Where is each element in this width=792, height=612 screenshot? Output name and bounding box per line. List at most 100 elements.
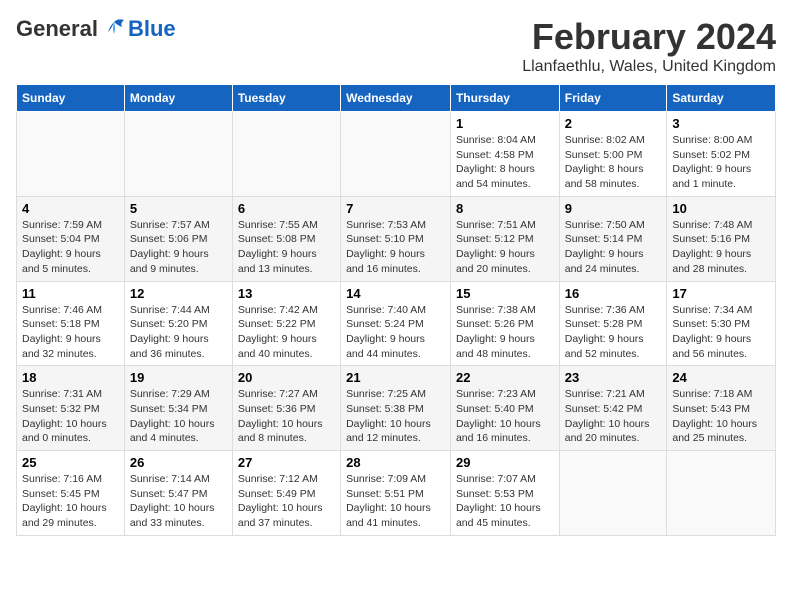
- day-info: Sunrise: 7:09 AM Sunset: 5:51 PM Dayligh…: [346, 472, 445, 531]
- logo-bird-icon: [100, 18, 128, 40]
- day-number: 6: [238, 201, 335, 216]
- day-number: 19: [130, 370, 227, 385]
- day-info: Sunrise: 7:23 AM Sunset: 5:40 PM Dayligh…: [456, 387, 554, 446]
- calendar-cell: 1 Sunrise: 8:04 AM Sunset: 4:58 PM Daylig…: [450, 112, 559, 197]
- day-info: Sunrise: 7:36 AM Sunset: 5:28 PM Dayligh…: [565, 303, 662, 362]
- calendar-cell: 29 Sunrise: 7:07 AM Sunset: 5:53 PM Dayli…: [450, 451, 559, 536]
- day-info: Sunrise: 7:51 AM Sunset: 5:12 PM Dayligh…: [456, 218, 554, 277]
- day-number: 27: [238, 455, 335, 470]
- day-of-week-header: Wednesday: [341, 85, 451, 112]
- calendar-week-row: 25 Sunrise: 7:16 AM Sunset: 5:45 PM Dayli…: [17, 451, 776, 536]
- calendar-cell: 14Sunrise: 7:40 AM Sunset: 5:24 PM Dayli…: [341, 281, 451, 366]
- calendar-cell: 28 Sunrise: 7:09 AM Sunset: 5:51 PM Dayli…: [341, 451, 451, 536]
- day-number: 5: [130, 201, 227, 216]
- day-number: 26: [130, 455, 227, 470]
- day-info: Sunrise: 7:14 AM Sunset: 5:47 PM Dayligh…: [130, 472, 227, 531]
- calendar-cell: 10 Sunrise: 7:48 AM Sunset: 5:16 PM Dayli…: [667, 196, 776, 281]
- calendar-cell: 23 Sunrise: 7:21 AM Sunset: 5:42 PM Dayli…: [559, 366, 667, 451]
- day-info: Sunrise: 7:57 AM Sunset: 5:06 PM Dayligh…: [130, 218, 227, 277]
- day-info: Sunrise: 7:48 AM Sunset: 5:16 PM Dayligh…: [672, 218, 770, 277]
- day-number: 10: [672, 201, 770, 216]
- day-info: Sunrise: 7:42 AM Sunset: 5:22 PM Dayligh…: [238, 303, 335, 362]
- day-number: 11: [22, 286, 119, 301]
- day-number: 8: [456, 201, 554, 216]
- day-number: 2: [565, 116, 662, 131]
- logo: General Blue: [16, 16, 176, 42]
- day-number: 7: [346, 201, 445, 216]
- logo-blue: Blue: [128, 16, 176, 42]
- day-info: Sunrise: 7:29 AM Sunset: 5:34 PM Dayligh…: [130, 387, 227, 446]
- calendar-cell: 24Sunrise: 7:18 AM Sunset: 5:43 PM Dayli…: [667, 366, 776, 451]
- calendar-table: SundayMondayTuesdayWednesdayThursdayFrid…: [16, 84, 776, 536]
- day-info: Sunrise: 7:21 AM Sunset: 5:42 PM Dayligh…: [565, 387, 662, 446]
- day-number: 4: [22, 201, 119, 216]
- calendar-cell: 27Sunrise: 7:12 AM Sunset: 5:49 PM Dayli…: [232, 451, 340, 536]
- calendar-cell: [124, 112, 232, 197]
- calendar-cell: 26 Sunrise: 7:14 AM Sunset: 5:47 PM Dayli…: [124, 451, 232, 536]
- location-subtitle: Llanfaethlu, Wales, United Kingdom: [522, 58, 776, 76]
- day-info: Sunrise: 7:34 AM Sunset: 5:30 PM Dayligh…: [672, 303, 770, 362]
- title-block: February 2024 Llanfaethlu, Wales, United…: [522, 16, 776, 76]
- calendar-cell: 17 Sunrise: 7:34 AM Sunset: 5:30 PM Dayli…: [667, 281, 776, 366]
- calendar-cell: 20 Sunrise: 7:27 AM Sunset: 5:36 PM Dayli…: [232, 366, 340, 451]
- day-info: Sunrise: 7:25 AM Sunset: 5:38 PM Dayligh…: [346, 387, 445, 446]
- day-number: 28: [346, 455, 445, 470]
- day-of-week-header: Tuesday: [232, 85, 340, 112]
- calendar-cell: [17, 112, 125, 197]
- day-number: 12: [130, 286, 227, 301]
- day-info: Sunrise: 7:46 AM Sunset: 5:18 PM Dayligh…: [22, 303, 119, 362]
- day-of-week-header: Friday: [559, 85, 667, 112]
- day-number: 21: [346, 370, 445, 385]
- calendar-week-row: 18 Sunrise: 7:31 AM Sunset: 5:32 PM Dayli…: [17, 366, 776, 451]
- calendar-cell: 8 Sunrise: 7:51 AM Sunset: 5:12 PM Daylig…: [450, 196, 559, 281]
- day-of-week-header: Saturday: [667, 85, 776, 112]
- day-of-week-header: Sunday: [17, 85, 125, 112]
- calendar-cell: 9 Sunrise: 7:50 AM Sunset: 5:14 PM Daylig…: [559, 196, 667, 281]
- logo-general: General: [16, 16, 98, 42]
- calendar-cell: 6 Sunrise: 7:55 AM Sunset: 5:08 PM Daylig…: [232, 196, 340, 281]
- day-info: Sunrise: 7:07 AM Sunset: 5:53 PM Dayligh…: [456, 472, 554, 531]
- day-number: 25: [22, 455, 119, 470]
- day-number: 15: [456, 286, 554, 301]
- day-number: 23: [565, 370, 662, 385]
- calendar-cell: [559, 451, 667, 536]
- day-number: 1: [456, 116, 554, 131]
- calendar-cell: 25 Sunrise: 7:16 AM Sunset: 5:45 PM Dayli…: [17, 451, 125, 536]
- day-info: Sunrise: 7:27 AM Sunset: 5:36 PM Dayligh…: [238, 387, 335, 446]
- day-info: Sunrise: 8:02 AM Sunset: 5:00 PM Dayligh…: [565, 133, 662, 192]
- day-number: 17: [672, 286, 770, 301]
- calendar-week-row: 11 Sunrise: 7:46 AM Sunset: 5:18 PM Dayli…: [17, 281, 776, 366]
- day-info: Sunrise: 7:44 AM Sunset: 5:20 PM Dayligh…: [130, 303, 227, 362]
- day-number: 9: [565, 201, 662, 216]
- calendar-cell: 7 Sunrise: 7:53 AM Sunset: 5:10 PM Daylig…: [341, 196, 451, 281]
- month-year-title: February 2024: [522, 16, 776, 58]
- calendar-cell: [232, 112, 340, 197]
- day-info: Sunrise: 7:55 AM Sunset: 5:08 PM Dayligh…: [238, 218, 335, 277]
- calendar-header-row: SundayMondayTuesdayWednesdayThursdayFrid…: [17, 85, 776, 112]
- day-info: Sunrise: 7:16 AM Sunset: 5:45 PM Dayligh…: [22, 472, 119, 531]
- calendar-cell: 18 Sunrise: 7:31 AM Sunset: 5:32 PM Dayli…: [17, 366, 125, 451]
- day-number: 13: [238, 286, 335, 301]
- day-number: 18: [22, 370, 119, 385]
- calendar-cell: 22 Sunrise: 7:23 AM Sunset: 5:40 PM Dayli…: [450, 366, 559, 451]
- calendar-cell: 15Sunrise: 7:38 AM Sunset: 5:26 PM Dayli…: [450, 281, 559, 366]
- day-info: Sunrise: 7:31 AM Sunset: 5:32 PM Dayligh…: [22, 387, 119, 446]
- day-number: 29: [456, 455, 554, 470]
- day-info: Sunrise: 7:40 AM Sunset: 5:24 PM Dayligh…: [346, 303, 445, 362]
- day-info: Sunrise: 8:00 AM Sunset: 5:02 PM Dayligh…: [672, 133, 770, 192]
- day-of-week-header: Monday: [124, 85, 232, 112]
- day-number: 3: [672, 116, 770, 131]
- calendar-cell: 13 Sunrise: 7:42 AM Sunset: 5:22 PM Dayli…: [232, 281, 340, 366]
- day-number: 20: [238, 370, 335, 385]
- day-info: Sunrise: 8:04 AM Sunset: 4:58 PM Dayligh…: [456, 133, 554, 192]
- day-of-week-header: Thursday: [450, 85, 559, 112]
- calendar-cell: [667, 451, 776, 536]
- calendar-week-row: 1 Sunrise: 8:04 AM Sunset: 4:58 PM Daylig…: [17, 112, 776, 197]
- day-info: Sunrise: 7:59 AM Sunset: 5:04 PM Dayligh…: [22, 218, 119, 277]
- calendar-cell: 2 Sunrise: 8:02 AM Sunset: 5:00 PM Daylig…: [559, 112, 667, 197]
- day-info: Sunrise: 7:50 AM Sunset: 5:14 PM Dayligh…: [565, 218, 662, 277]
- calendar-cell: 21 Sunrise: 7:25 AM Sunset: 5:38 PM Dayli…: [341, 366, 451, 451]
- day-info: Sunrise: 7:53 AM Sunset: 5:10 PM Dayligh…: [346, 218, 445, 277]
- day-number: 22: [456, 370, 554, 385]
- calendar-cell: 12 Sunrise: 7:44 AM Sunset: 5:20 PM Dayli…: [124, 281, 232, 366]
